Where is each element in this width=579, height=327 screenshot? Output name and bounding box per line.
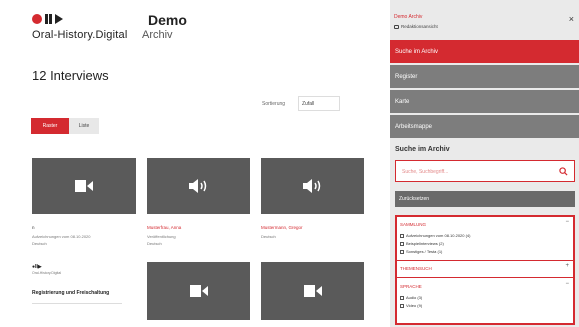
checkbox-icon <box>400 233 404 238</box>
sidebar-title: Demo Archiv <box>394 14 423 20</box>
facet-label: Sonstiges / Testa (1) <box>406 249 443 254</box>
sidebar: Demo Archiv Redaktionsansicht × Suche im… <box>390 0 579 327</box>
card-title[interactable]: Mustermann, Gregor <box>261 225 303 230</box>
facet-heading-topics[interactable]: THEMENSUCH <box>400 266 432 271</box>
card-title[interactable]: Musterfrau, Anna <box>147 225 181 230</box>
video-camera-icon <box>189 285 208 297</box>
facet-label: Beispielinterviews (2) <box>406 241 444 246</box>
checkbox-icon <box>400 249 404 254</box>
editor-view-label: Redaktionsansicht <box>401 24 438 29</box>
sidebar-nav: Suche im Archiv Register Karte Arbeitsma… <box>390 40 579 140</box>
facet-divider <box>397 260 573 261</box>
search-placeholder: Suche, Suchbegriff... <box>402 169 449 175</box>
facet-panel: SAMMLUNG − Aufzeichnungen vom 08.10.2020… <box>395 215 575 325</box>
page: Oral-History.Digital Demo Archiv 12 Inte… <box>0 0 579 327</box>
search-icon[interactable] <box>559 167 568 176</box>
sort-label: Sortierung <box>262 101 286 107</box>
card-title[interactable]: n <box>32 225 35 230</box>
facet-label: Aufzeichnungen vom 08.10.2020 (4) <box>406 233 471 238</box>
interview-thumbnail-audio[interactable] <box>261 158 364 214</box>
nav-item-workbook[interactable]: Arbeitsmappe <box>390 115 579 138</box>
pause-icon <box>45 14 52 24</box>
view-list-button[interactable]: Liste <box>69 118 99 134</box>
editor-view-toggle[interactable]: Redaktionsansicht <box>394 24 438 29</box>
collapse-icon[interactable]: − <box>565 281 569 287</box>
text-card-title[interactable]: Registrierung und Freischaltung <box>32 290 109 296</box>
speaker-icon <box>188 179 206 193</box>
main-content: Oral-History.Digital Demo Archiv 12 Inte… <box>0 0 390 327</box>
nav-item-search[interactable]: Suche im Archiv <box>390 40 579 63</box>
play-icon <box>55 14 63 24</box>
speaker-icon <box>302 179 320 193</box>
record-dot-icon <box>32 14 42 24</box>
page-subtitle: Archiv <box>142 29 173 41</box>
search-heading: Suche im Archiv <box>395 146 450 153</box>
divider <box>32 303 122 304</box>
text-card-logo: ●II▶ <box>32 264 42 270</box>
sort-select[interactable]: Zufall <box>298 96 340 111</box>
interview-thumbnail-video[interactable] <box>261 262 364 320</box>
facet-label: Audio (3) <box>406 295 423 300</box>
text-card-logo-sub: Oral-History.Digital <box>32 271 62 275</box>
card-meta: Deutsch <box>261 234 276 239</box>
reset-button[interactable]: Zurücksetzen <box>395 191 575 207</box>
close-icon[interactable]: × <box>569 14 574 24</box>
checkbox-icon <box>400 295 404 300</box>
brand-logo[interactable] <box>32 14 63 24</box>
card-meta: Veröffentlichung <box>147 234 176 239</box>
collapse-icon[interactable]: − <box>565 219 569 225</box>
interview-thumbnail-video[interactable] <box>32 158 136 214</box>
card-meta: Aufzeichnungen vom 08.10.2020 <box>32 234 91 239</box>
page-title: Demo <box>148 12 187 28</box>
header: Oral-History.Digital Demo Archiv <box>0 0 390 52</box>
checkbox-icon <box>400 241 404 246</box>
result-count: 12 Interviews <box>32 68 109 83</box>
view-raster-button[interactable]: Raster <box>31 118 69 134</box>
view-toggle: Raster Liste <box>31 118 99 134</box>
nav-item-map[interactable]: Karte <box>390 90 579 113</box>
interview-thumbnail-audio[interactable] <box>147 158 250 214</box>
interview-thumbnail-video[interactable] <box>147 262 250 320</box>
facet-heading-collection[interactable]: SAMMLUNG <box>400 222 426 227</box>
nav-item-register[interactable]: Register <box>390 65 579 88</box>
facet-checkbox[interactable]: Video (9) <box>400 303 422 308</box>
facet-label: Video (9) <box>406 303 423 308</box>
facet-checkbox[interactable]: Aufzeichnungen vom 08.10.2020 (4) <box>400 233 471 238</box>
facet-checkbox[interactable]: Beispielinterviews (2) <box>400 241 444 246</box>
video-camera-icon <box>75 180 93 192</box>
toggle-icon <box>394 24 399 29</box>
expand-icon[interactable]: + <box>565 263 569 269</box>
facet-divider <box>397 277 573 278</box>
brand-name[interactable]: Oral-History.Digital <box>32 29 127 41</box>
facet-checkbox[interactable]: Sonstiges / Testa (1) <box>400 249 442 254</box>
card-meta: Deutsch <box>32 241 47 246</box>
facet-checkbox[interactable]: Audio (3) <box>400 295 422 300</box>
video-camera-icon <box>303 285 322 297</box>
card-meta: Deutsch <box>147 241 162 246</box>
checkbox-icon <box>400 303 404 308</box>
search-input[interactable]: Suche, Suchbegriff... <box>395 160 575 182</box>
facet-heading-language[interactable]: SPRACHE <box>400 284 422 289</box>
